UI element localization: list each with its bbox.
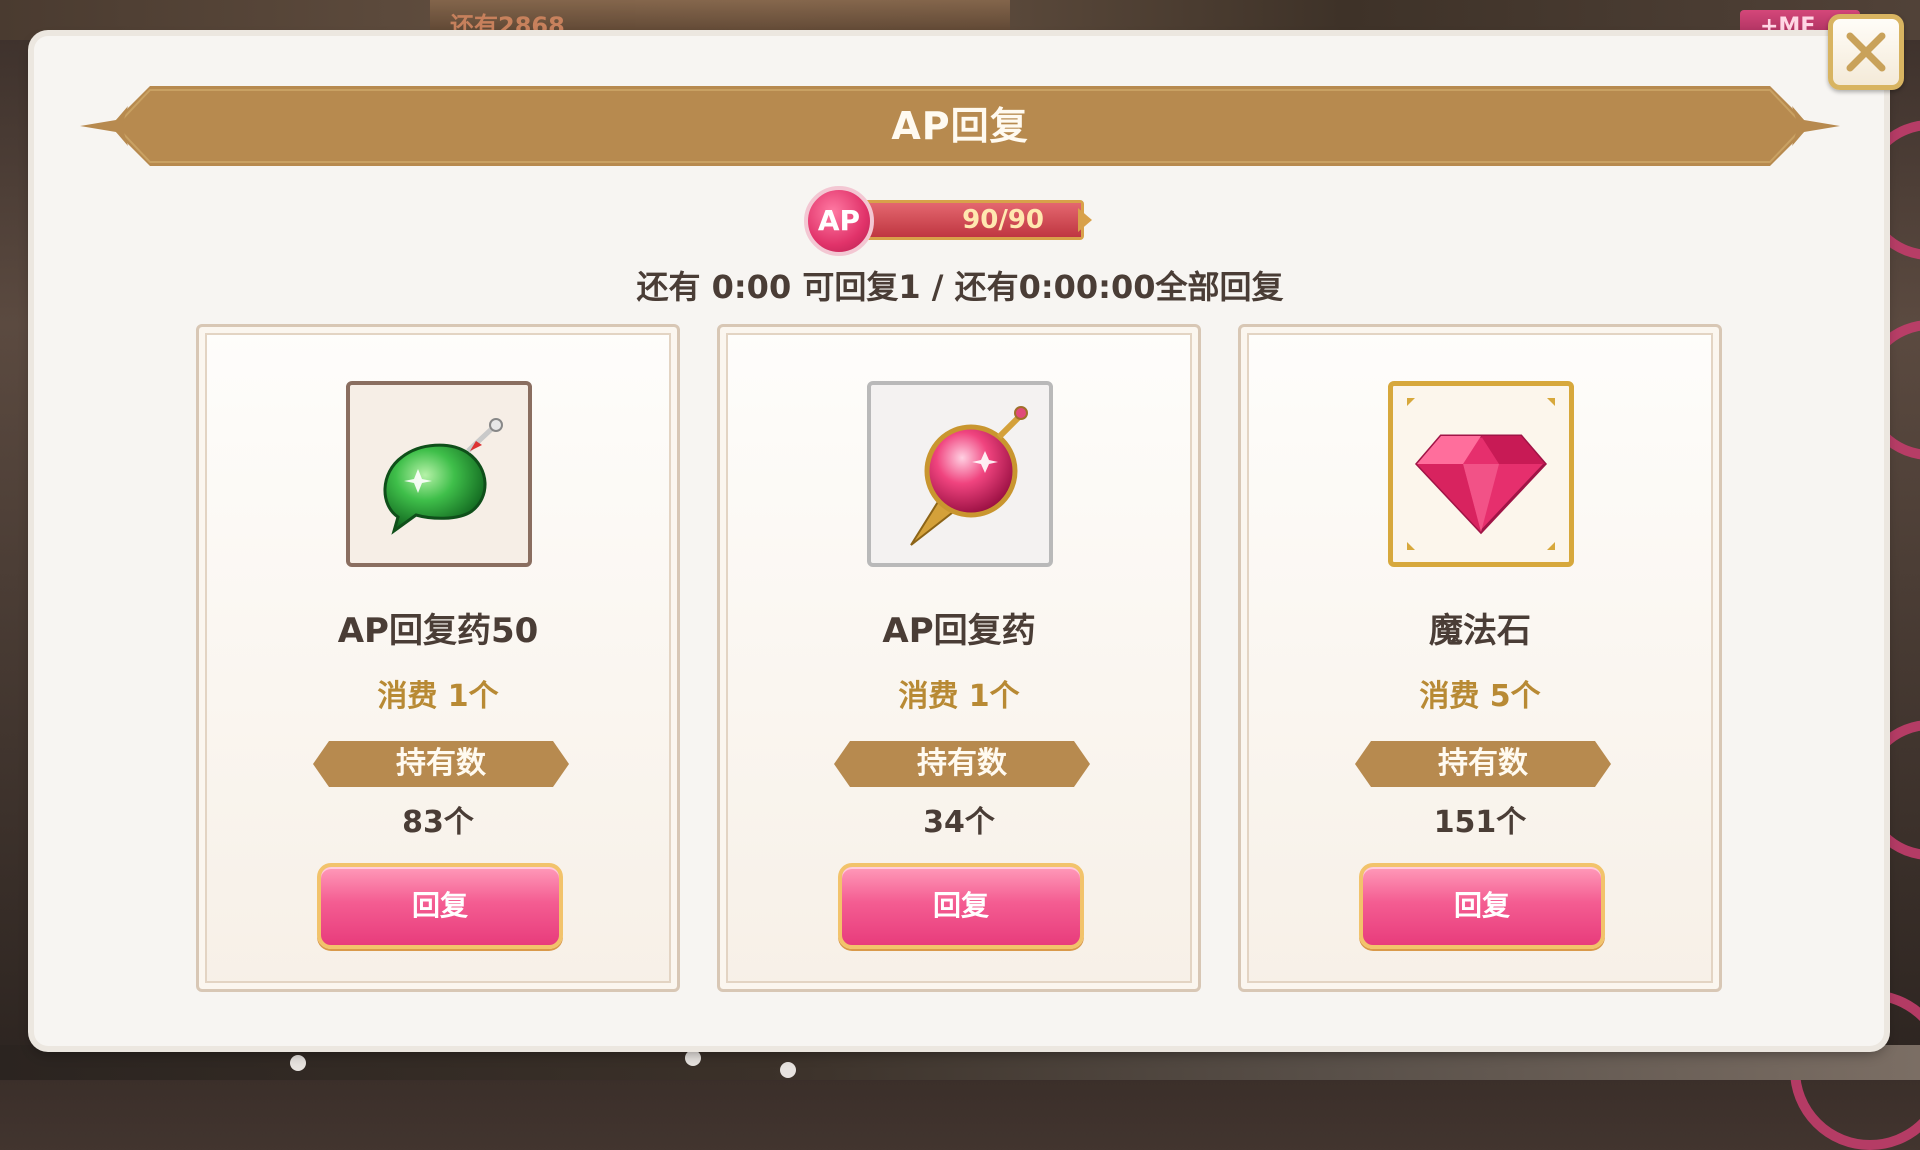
item-icon-frame (867, 381, 1053, 567)
item-name: AP回复药 (882, 611, 1036, 651)
ap-gauge: 90/90 AP (804, 186, 1114, 256)
item-name: AP回复药50 (337, 611, 539, 651)
owned-label: 持有数 (834, 741, 1090, 787)
item-cost: 消费 1个 (377, 679, 499, 714)
item-cost: 消费 5个 (1419, 679, 1541, 714)
close-button[interactable] (1828, 14, 1904, 90)
ap-bar-arrow-icon (1078, 208, 1092, 232)
item-cost: 消费 1个 (898, 679, 1020, 714)
owned-label: 持有数 (1355, 741, 1611, 787)
owned-count: 151个 (1433, 805, 1527, 840)
recover-button[interactable]: 回复 (1359, 863, 1605, 949)
title-ornament-left-icon (80, 106, 128, 146)
owned-label-text: 持有数 (917, 746, 1007, 781)
owned-count: 83个 (402, 805, 474, 840)
magic-stone-gem-icon (1407, 398, 1555, 550)
item-card-ap-potion-50: AP回复药50 消费 1个 持有数 83个 回复 (196, 324, 680, 992)
recovery-time-info: 还有 0:00 可回复1 / 还有0:00:00全部回复 (636, 268, 1284, 306)
dialog-title: AP回复 (891, 104, 1029, 148)
item-card-ap-potion: AP回复药 消费 1个 持有数 34个 回复 (717, 324, 1201, 992)
background-top-banner: 还有2868 (430, 0, 1010, 40)
recover-button[interactable]: 回复 (317, 863, 563, 949)
item-name: 魔法石 (1429, 611, 1531, 651)
owned-count: 34个 (923, 805, 995, 840)
owned-label-text: 持有数 (1438, 746, 1528, 781)
item-icon-frame (1388, 381, 1574, 567)
owned-label: 持有数 (313, 741, 569, 787)
ap-value: 90/90 (962, 205, 1044, 235)
recover-button[interactable]: 回复 (838, 863, 1084, 949)
background-dot (290, 1055, 306, 1071)
ap-badge-icon: AP (804, 186, 874, 256)
background-bottom-strip (0, 1045, 1920, 1080)
background-dot (780, 1062, 796, 1078)
pink-potion-icon (910, 406, 1028, 546)
title-ornament-right-icon (1792, 106, 1840, 146)
item-card-magic-stone: 魔法石 消费 5个 持有数 151个 回复 (1238, 324, 1722, 992)
green-potion-icon (383, 418, 503, 535)
background-dot (685, 1050, 701, 1066)
owned-label-text: 持有数 (396, 746, 486, 781)
close-x-icon (1846, 32, 1886, 72)
title-ribbon: AP回复 (110, 86, 1810, 166)
item-icon-frame (346, 381, 532, 567)
